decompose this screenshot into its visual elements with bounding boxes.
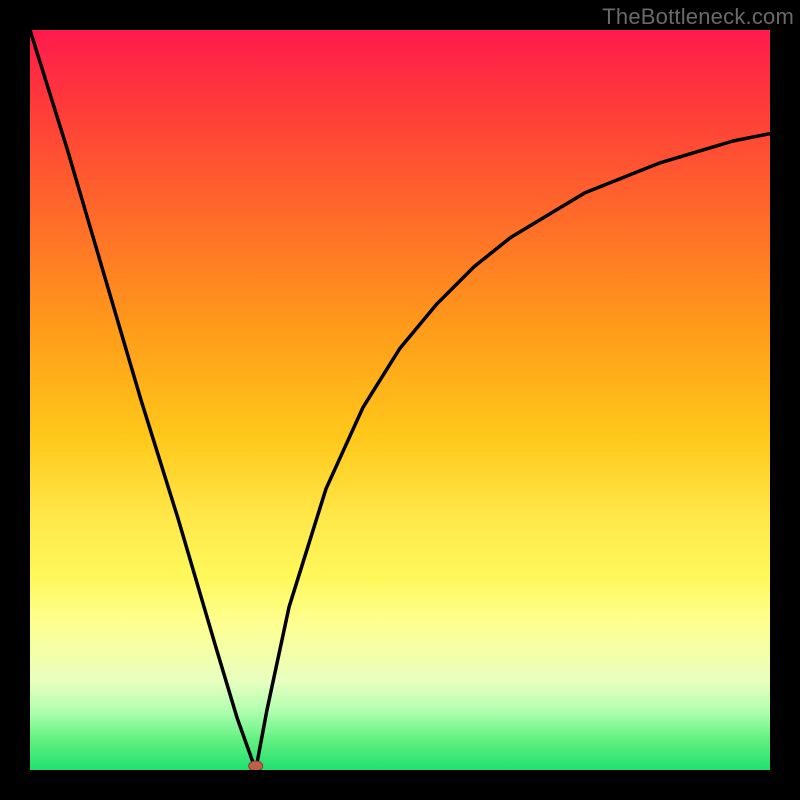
minimum-marker [249, 761, 263, 770]
plot-area [30, 30, 770, 770]
chart-frame: TheBottleneck.com [0, 0, 800, 800]
bottleneck-curve [30, 30, 770, 770]
left-branch-path [30, 30, 256, 770]
bottleneck-curve-svg [30, 30, 770, 770]
watermark-text: TheBottleneck.com [602, 4, 794, 30]
right-branch-path [256, 134, 770, 770]
